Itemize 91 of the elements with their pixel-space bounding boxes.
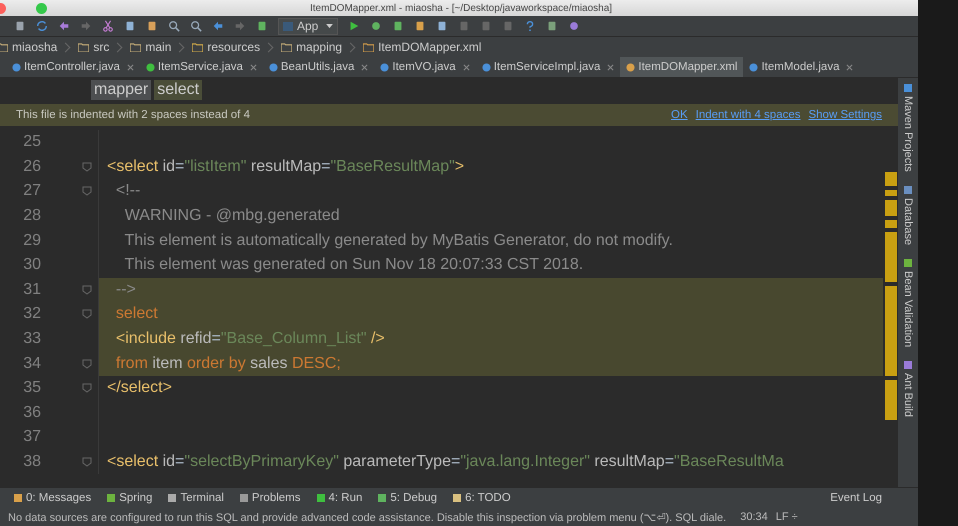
line-number: 38 [22,453,41,472]
fold-marker-icon[interactable] [82,383,92,394]
folder-icon [130,42,142,52]
line-number: 32 [22,305,41,324]
file-type-icon [380,62,390,72]
fold-marker-icon[interactable] [82,358,92,369]
tool-window-button[interactable]: Spring [101,492,158,504]
code-line: WARNING - @mbg.generated [124,206,341,226]
line-ending[interactable]: LF ÷ [776,511,798,523]
close-icon[interactable] [126,64,134,70]
cursor-position: 30:34 [740,511,768,523]
tool-window-button[interactable]: Terminal [162,492,230,504]
code-line: This element is automatically generated by MyBatis Generator, do not modify. [123,230,674,251]
file-type-icon [12,62,21,72]
breadcrumb-item[interactable]: ItemDOMapper.xml [360,40,484,54]
run-configuration-dropdown[interactable]: App [278,18,338,34]
file-icon [363,42,374,52]
folder-icon [78,42,90,52]
editor-tab[interactable]: ItemModel.java [743,57,860,77]
breadcrumb-item[interactable]: mapping [278,40,346,54]
editor-tab[interactable]: ItemController.java [6,57,140,77]
line-number: 33 [22,330,41,348]
fold-marker-icon[interactable] [82,309,92,320]
editor-tab[interactable]: BeanUtils.java [262,57,374,77]
editor-tab[interactable]: ItemVO.java [374,57,476,77]
tool-window-button[interactable]: Database [902,186,914,245]
status-message: No data sources are configured to run this SQL and provide advanced code assistance. Disable this inspection via problem menu (⌥⏎). SQL diale. [8,510,726,524]
editor-tab[interactable]: ItemServiceImpl.java [476,57,620,77]
line-number: 37 [22,428,41,446]
line-number: 26 [22,158,41,176]
tool-window-button[interactable]: Maven Projects [902,84,914,172]
close-icon[interactable] [250,64,257,70]
left-arrow-icon[interactable] [212,20,224,32]
file-type-icon [268,62,278,72]
sync-icon[interactable] [36,20,48,32]
breadcrumb-item[interactable]: miaosha [0,40,60,54]
fold-marker-icon[interactable] [82,284,92,295]
line-number: 30 [22,256,41,274]
close-icon[interactable] [462,64,470,70]
tag-path-item[interactable]: mapper [91,80,152,100]
tool-window-button[interactable]: Problems [234,492,306,504]
breadcrumb-item[interactable]: resources [189,40,264,54]
folder-icon [192,42,204,52]
breadcrumb-item[interactable]: src [75,40,112,54]
tool-window-button[interactable]: 0: Messages [8,492,98,504]
tool-window-button[interactable]: 5: Debug [372,492,444,504]
code-line: </select> [106,378,173,398]
breadcrumb-item[interactable]: main [127,40,174,54]
scissors-icon[interactable] [102,20,114,32]
line-number: 27 [22,182,41,200]
line-number: 28 [22,207,41,226]
editor-tab[interactable]: ItemService.java [140,57,263,77]
right-arrow-icon[interactable] [234,20,246,32]
fold-marker-icon[interactable] [82,186,92,196]
close-icon[interactable] [607,64,614,70]
zoom-window-button[interactable] [36,2,47,14]
code-line: <select id="listItem" resultMap="BaseResultMap"> [106,156,466,177]
tool-window-button[interactable]: 6: TODO [447,492,517,504]
event-log-button[interactable]: Event Log [824,492,888,504]
left-arrow-icon[interactable] [58,20,70,32]
file-type-icon [749,62,758,72]
line-number: 31 [22,280,41,299]
file-type-icon [482,62,491,72]
tag-path-item[interactable]: select [154,80,202,100]
notification-message: This file is indented with 2 spaces instead of 4 [16,109,250,121]
caret-icon [326,24,334,28]
line-number: 25 [22,133,41,152]
folder-icon [281,42,292,52]
tool-window-button[interactable]: 4: Run [310,492,368,504]
file-type-icon [626,62,636,72]
tool-window-button[interactable]: Ant Build [902,361,914,418]
run-icon[interactable] [348,20,360,32]
code-line: <select id="selectByPrimaryKey" parameterType="java.lang.Integer" resultMap="BaseResultMa [106,452,785,472]
tool-window-button[interactable]: Bean Validation [902,258,914,348]
line-number: 35 [22,379,41,398]
close-icon[interactable] [361,64,368,70]
editor-tab[interactable]: ItemDOMapper.xml [620,57,744,77]
fold-marker-icon[interactable] [82,162,92,172]
line-number: 34 [22,354,41,373]
line-number: 36 [22,404,41,422]
code-line: <!-- [114,181,142,202]
line-number: 29 [22,232,41,250]
search-icon[interactable] [168,20,180,32]
folder-icon [0,42,8,52]
file-type-icon [146,62,155,72]
fold-marker-icon[interactable] [82,457,92,468]
close-icon[interactable] [846,64,854,70]
search-icon[interactable] [190,20,202,32]
window-title: ItemDOMapper.xml - miaosha - [~/Desktop/javaworkspace/miaosha] [310,2,612,14]
code-line: This element was generated on Sun Nov 18 20:07:33 CST 2018. [123,255,584,276]
right-arrow-icon[interactable] [80,20,92,32]
